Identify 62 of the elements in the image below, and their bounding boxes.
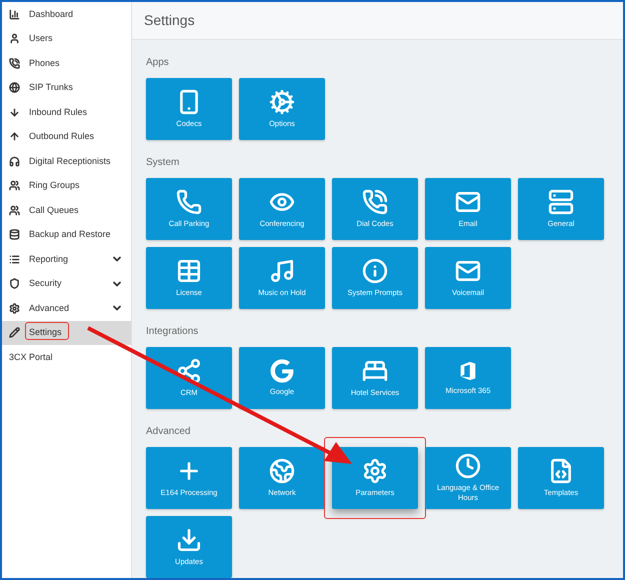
sidebar-item[interactable]: Outbound Rules [2,124,131,149]
sidebar-item[interactable]: Dashboard [2,2,131,26]
bar-chart-icon [9,8,20,20]
sidebar-label: Users [29,33,53,43]
sidebar-label: Phones [29,58,60,68]
sidebar-label: Portal [29,352,53,362]
music-note-icon [269,258,295,284]
user-icon [9,33,20,44]
sidebar-label: Outbound Rules [29,131,94,141]
sidebar-item[interactable]: Reporting [2,247,131,272]
sidebar-item[interactable]: Security [2,272,131,296]
sidebar-item[interactable]: Inbound Rules [2,100,131,124]
code-file-icon [548,458,574,484]
section-title: Apps [146,56,170,70]
arrow-up-icon [9,131,20,142]
sidebar-item[interactable]: Digital Receptionists [2,149,131,174]
section-title: System [146,156,180,170]
sidebar-item[interactable]: Phones [2,51,131,76]
sidebar-label: Call Queues [29,204,79,214]
sidebar-label: SIP Trunks [29,82,73,92]
section-title: Advanced [146,425,192,439]
gear-icon [362,458,388,484]
headset-icon [9,156,20,167]
sidebar-label: Ring Groups [29,180,80,190]
envelope-icon [455,258,481,284]
server-icon [548,189,574,215]
pen-icon [9,327,20,338]
logo-text: 3CX [9,350,27,364]
sidebar-label: Inbound Rules [29,106,88,116]
gear-icon [9,302,20,314]
sidebar-item[interactable]: 3CX Portal [2,345,131,370]
globe-icon [9,82,20,94]
sidebar-label: Security [29,278,62,288]
share-icon [176,358,202,384]
people-icon [9,204,20,216]
sidebar-label: Advanced [29,302,70,312]
database-icon [9,229,20,240]
sidebar-label: Backup and Restore [29,229,111,239]
info-icon [362,258,388,284]
sidebar-item[interactable]: Ring Groups [2,174,131,198]
envelope-icon [455,189,481,215]
shield-icon [9,278,20,290]
sidebar-item[interactable]: Backup and Restore [2,222,131,247]
globe-icon [269,458,295,484]
sidebar-item[interactable]: SIP Trunks [2,76,131,100]
section-title: Integrations [146,325,200,339]
phone-icon [176,189,202,215]
bed-icon [362,358,388,384]
sidebar-label: Reporting [29,254,68,264]
clock-icon [455,453,481,479]
sidebar-item[interactable]: Advanced [2,296,131,320]
download-icon [176,527,202,553]
page-title: Settings [144,11,195,30]
sidebar-item[interactable]: Users [2,26,131,51]
sidebar-label: Dashboard [29,8,74,18]
sidebar-item[interactable]: Settings [2,320,131,345]
google-icon [270,359,294,383]
sidebar-label: Settings [29,327,62,337]
group-icon [9,180,20,192]
sidebar-label: Digital Receptionists [29,156,111,166]
sidebar-item[interactable]: Call Queues [2,198,131,222]
arrow-down-icon [9,106,20,118]
